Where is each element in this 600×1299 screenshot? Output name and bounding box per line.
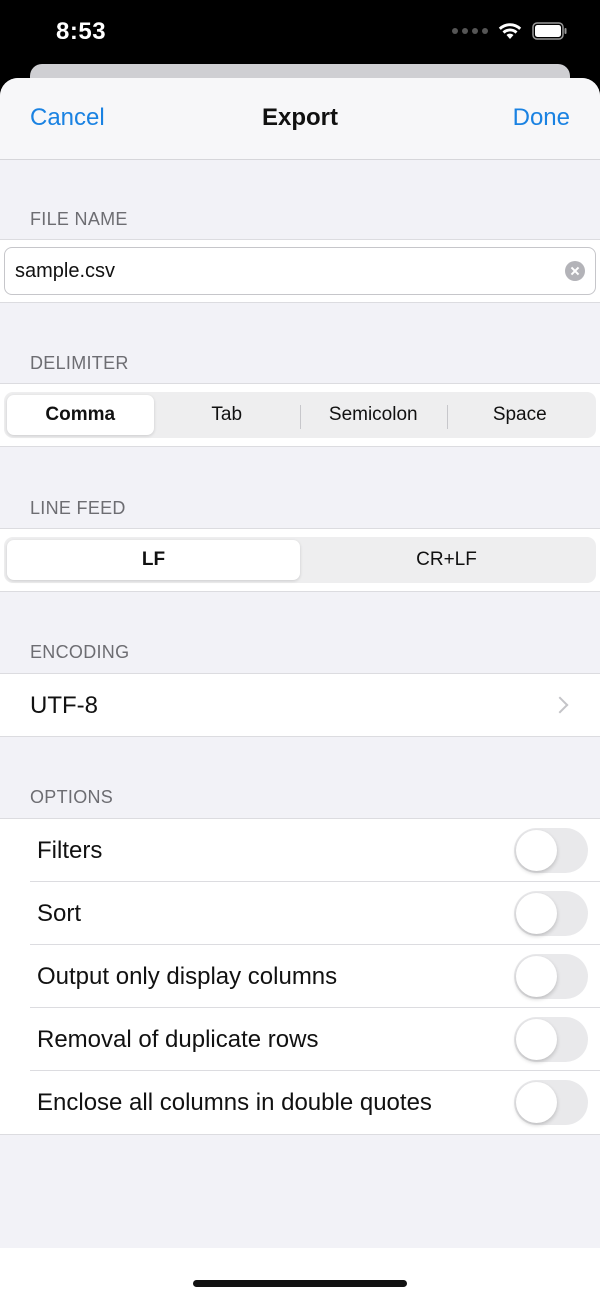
encoding-header: ENCODING <box>30 642 130 662</box>
option-label: Enclose all columns in double quotes <box>37 1089 432 1116</box>
clear-icon[interactable] <box>565 261 585 281</box>
encoding-row[interactable]: UTF-8 <box>0 674 600 736</box>
options-section: Filters Sort Output only display columns… <box>0 818 600 1135</box>
home-indicator[interactable] <box>193 1280 407 1287</box>
status-time: 8:53 <box>56 18 107 45</box>
done-button[interactable]: Done <box>513 104 570 132</box>
line-feed-segmented-control: LF CR+LF <box>4 537 596 583</box>
line-feed-option-lf[interactable]: LF <box>7 540 300 580</box>
encoding-value: UTF-8 <box>30 692 98 719</box>
option-row-remove-duplicates: Removal of duplicate rows <box>0 1008 600 1071</box>
options-header: OPTIONS <box>30 787 114 807</box>
wifi-icon <box>498 23 522 39</box>
delimiter-option-comma[interactable]: Comma <box>7 395 154 435</box>
delimiter-header: DELIMITER <box>30 353 129 373</box>
line-feed-header: LINE FEED <box>30 498 126 518</box>
option-row-sort: Sort <box>0 882 600 945</box>
option-label: Sort <box>37 900 82 927</box>
sort-toggle[interactable] <box>514 891 588 936</box>
export-sheet: Cancel Export Done FILE NAME DELIMITER C… <box>0 78 600 1299</box>
option-label: Output only display columns <box>37 963 338 990</box>
file-name-input[interactable] <box>15 248 555 294</box>
navigation-bar: Cancel Export Done <box>0 78 600 160</box>
encoding-section: UTF-8 <box>0 673 600 737</box>
filters-toggle[interactable] <box>514 828 588 873</box>
option-label: Filters <box>37 837 103 864</box>
remove-duplicates-toggle[interactable] <box>514 1017 588 1062</box>
delimiter-option-space[interactable]: Space <box>446 395 594 435</box>
delimiter-section: Comma Tab Semicolon Space <box>0 383 600 447</box>
option-label: Removal of duplicate rows <box>37 1026 319 1053</box>
delimiter-segmented-control: Comma Tab Semicolon Space <box>4 392 596 438</box>
signal-icon <box>452 28 488 34</box>
option-row-display-columns: Output only display columns <box>0 945 600 1008</box>
delimiter-option-tab[interactable]: Tab <box>154 395 301 435</box>
delimiter-option-semicolon[interactable]: Semicolon <box>300 395 447 435</box>
file-name-section <box>0 239 600 303</box>
file-name-header: FILE NAME <box>30 209 128 229</box>
page-title: Export <box>261 104 338 131</box>
status-icons <box>452 22 568 40</box>
file-name-field[interactable] <box>4 247 596 295</box>
line-feed-option-crlf[interactable]: CR+LF <box>300 540 593 580</box>
status-bar: 8:53 <box>0 0 600 64</box>
double-quotes-toggle[interactable] <box>514 1080 588 1125</box>
option-row-double-quotes: Enclose all columns in double quotes <box>0 1071 600 1134</box>
chevron-right-icon <box>551 696 569 714</box>
display-columns-toggle[interactable] <box>514 954 588 999</box>
line-feed-section: LF CR+LF <box>0 528 600 592</box>
bottom-area <box>0 1248 600 1299</box>
option-row-filters: Filters <box>0 819 600 882</box>
battery-icon <box>532 22 567 40</box>
